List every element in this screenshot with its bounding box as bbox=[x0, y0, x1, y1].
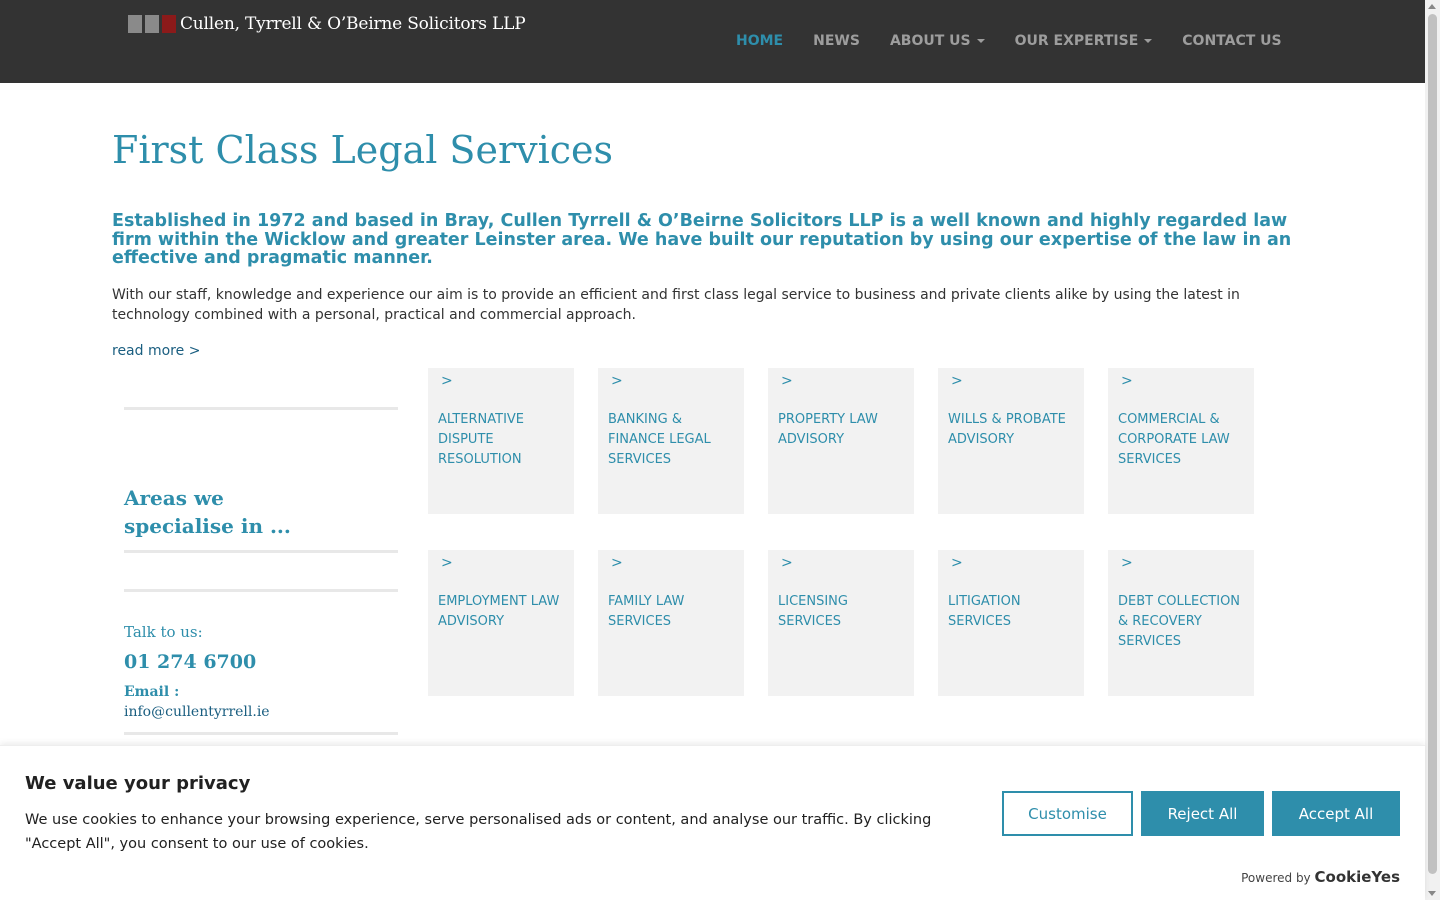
service-label: Wills & Probate Advisory bbox=[948, 412, 1066, 447]
reject-all-button[interactable]: Reject All bbox=[1141, 791, 1264, 836]
service-label: Licensing Services bbox=[778, 594, 848, 629]
service-tile[interactable]: > Commercial & Corporate Law Services bbox=[1108, 368, 1254, 514]
scrollbar-thumb[interactable] bbox=[1428, 14, 1437, 874]
chevron-right-icon: > bbox=[781, 555, 793, 571]
powered-by-label: Powered by bbox=[1241, 871, 1311, 885]
cookieyes-logo[interactable]: CookieYes bbox=[1315, 868, 1401, 886]
service-tile[interactable]: > Alternative Dispute Resolution bbox=[428, 368, 574, 514]
divider bbox=[124, 407, 398, 410]
logo-mark bbox=[145, 15, 159, 33]
cookie-title: We value your privacy bbox=[25, 773, 251, 794]
intro-lead: Established in 1972 and based in Bray, C… bbox=[112, 211, 1292, 268]
main-nav: HOME NEWS ABOUT US OUR EXPERTISE CONTACT… bbox=[736, 33, 1312, 49]
scroll-down-arrow-icon[interactable] bbox=[1428, 891, 1436, 896]
read-more-link[interactable]: read more > bbox=[112, 343, 200, 359]
nav-contact-us[interactable]: CONTACT US bbox=[1182, 33, 1281, 49]
logo-text: Cullen, Tyrrell & O’Beirne Solicitors LL… bbox=[180, 14, 526, 34]
top-navbar: Cullen, Tyrrell & O’Beirne Solicitors LL… bbox=[0, 0, 1425, 83]
site-logo[interactable]: Cullen, Tyrrell & O’Beirne Solicitors LL… bbox=[128, 14, 526, 34]
cookie-consent-banner: We value your privacy We use cookies to … bbox=[0, 745, 1425, 900]
nav-news[interactable]: NEWS bbox=[813, 33, 860, 49]
service-label: Employment Law Advisory bbox=[438, 594, 560, 629]
divider bbox=[124, 550, 398, 553]
nav-about-us[interactable]: ABOUT US bbox=[890, 33, 985, 49]
service-label: Banking & Finance Legal Services bbox=[608, 412, 711, 467]
logo-mark bbox=[128, 15, 142, 33]
email-label: Email : bbox=[124, 684, 180, 700]
chevron-right-icon: > bbox=[441, 373, 453, 389]
caret-down-icon bbox=[976, 39, 985, 43]
service-label: Alternative Dispute Resolution bbox=[438, 412, 525, 467]
nav-home[interactable]: HOME bbox=[736, 33, 783, 49]
caret-down-icon bbox=[1144, 39, 1153, 43]
chevron-right-icon: > bbox=[1121, 555, 1133, 571]
service-tile[interactable]: > Banking & Finance Legal Services bbox=[598, 368, 744, 514]
service-tile[interactable]: > Wills & Probate Advisory bbox=[938, 368, 1084, 514]
service-tile[interactable]: > Litigation Services bbox=[938, 550, 1084, 696]
logo-mark bbox=[162, 15, 176, 33]
nav-about-us-label: ABOUT US bbox=[889, 33, 971, 49]
service-tile[interactable]: > Family Law Services bbox=[598, 550, 744, 696]
service-label: Commercial & Corporate Law Services bbox=[1118, 412, 1230, 467]
email-link[interactable]: info@cullentyrrell.ie bbox=[124, 704, 270, 720]
page-title: First Class Legal Services bbox=[112, 128, 614, 172]
service-tile[interactable]: > Employment Law Advisory bbox=[428, 550, 574, 696]
page-scrollbar[interactable] bbox=[1425, 0, 1440, 900]
chevron-right-icon: > bbox=[951, 373, 963, 389]
service-tile[interactable]: > Debt Collection & Recovery Services bbox=[1108, 550, 1254, 696]
phone-number[interactable]: 01 274 6700 bbox=[124, 651, 256, 673]
intro-body: With our staff, knowledge and experience… bbox=[112, 287, 1240, 323]
service-tile[interactable]: > Property Law Advisory bbox=[768, 368, 914, 514]
talk-label: Talk to us: bbox=[124, 623, 203, 641]
areas-heading: Areas we specialise in ... bbox=[124, 486, 291, 538]
cookie-text: We use cookies to enhance your browsing … bbox=[25, 812, 932, 852]
divider bbox=[124, 589, 398, 592]
customise-button[interactable]: Customise bbox=[1002, 791, 1133, 836]
accept-all-button[interactable]: Accept All bbox=[1272, 791, 1400, 836]
service-label: Litigation Services bbox=[948, 594, 1021, 629]
chevron-right-icon: > bbox=[951, 555, 963, 571]
chevron-right-icon: > bbox=[611, 555, 623, 571]
service-label: Debt Collection & Recovery Services bbox=[1118, 594, 1241, 649]
chevron-right-icon: > bbox=[611, 373, 623, 389]
divider bbox=[124, 732, 398, 735]
service-label: Property Law Advisory bbox=[778, 412, 878, 447]
service-tile[interactable]: > Licensing Services bbox=[768, 550, 914, 696]
service-label: Family Law Services bbox=[608, 594, 685, 629]
nav-our-expertise[interactable]: OUR EXPERTISE bbox=[1015, 33, 1153, 49]
chevron-right-icon: > bbox=[441, 555, 453, 571]
powered-by: Powered by CookieYes bbox=[1241, 868, 1400, 886]
nav-our-expertise-label: OUR EXPERTISE bbox=[1014, 33, 1139, 49]
scroll-up-arrow-icon[interactable] bbox=[1428, 4, 1436, 9]
chevron-right-icon: > bbox=[781, 373, 793, 389]
chevron-right-icon: > bbox=[1121, 373, 1133, 389]
